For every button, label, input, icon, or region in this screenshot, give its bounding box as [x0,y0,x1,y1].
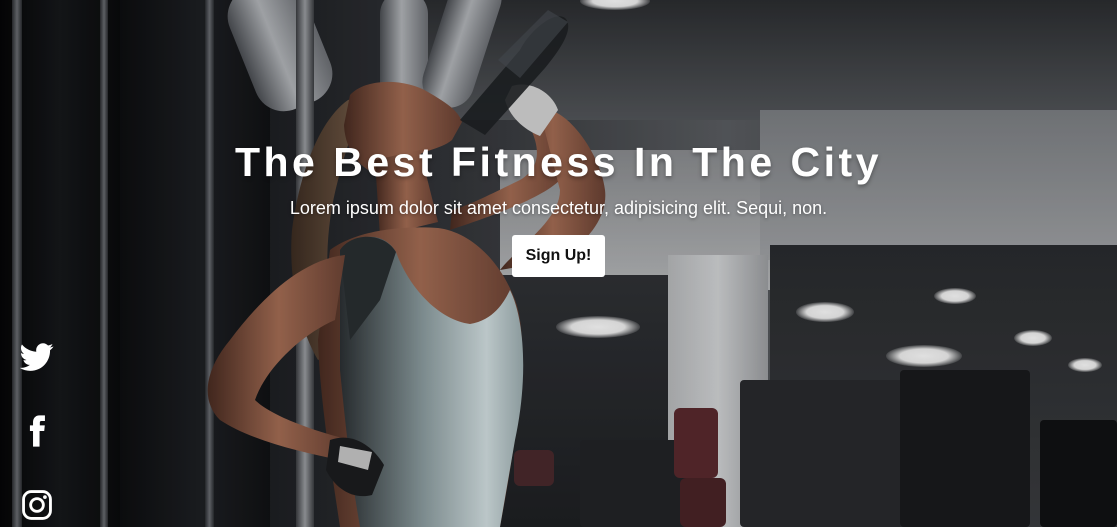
sign-up-button[interactable]: Sign Up! [511,235,606,277]
instagram-icon [22,490,52,520]
facebook-icon [29,415,45,447]
twitter-link[interactable] [20,340,54,374]
hero-section: The Best Fitness In The City Lorem ipsum… [0,0,1117,527]
hero-subtitle: Lorem ipsum dolor sit amet consectetur, … [289,198,828,218]
instagram-link[interactable] [20,488,54,522]
twitter-icon [20,343,54,371]
facebook-link[interactable] [20,414,54,448]
hero-content: The Best Fitness In The City Lorem ipsum… [0,138,1117,277]
hero-title: The Best Fitness In The City [234,139,883,185]
